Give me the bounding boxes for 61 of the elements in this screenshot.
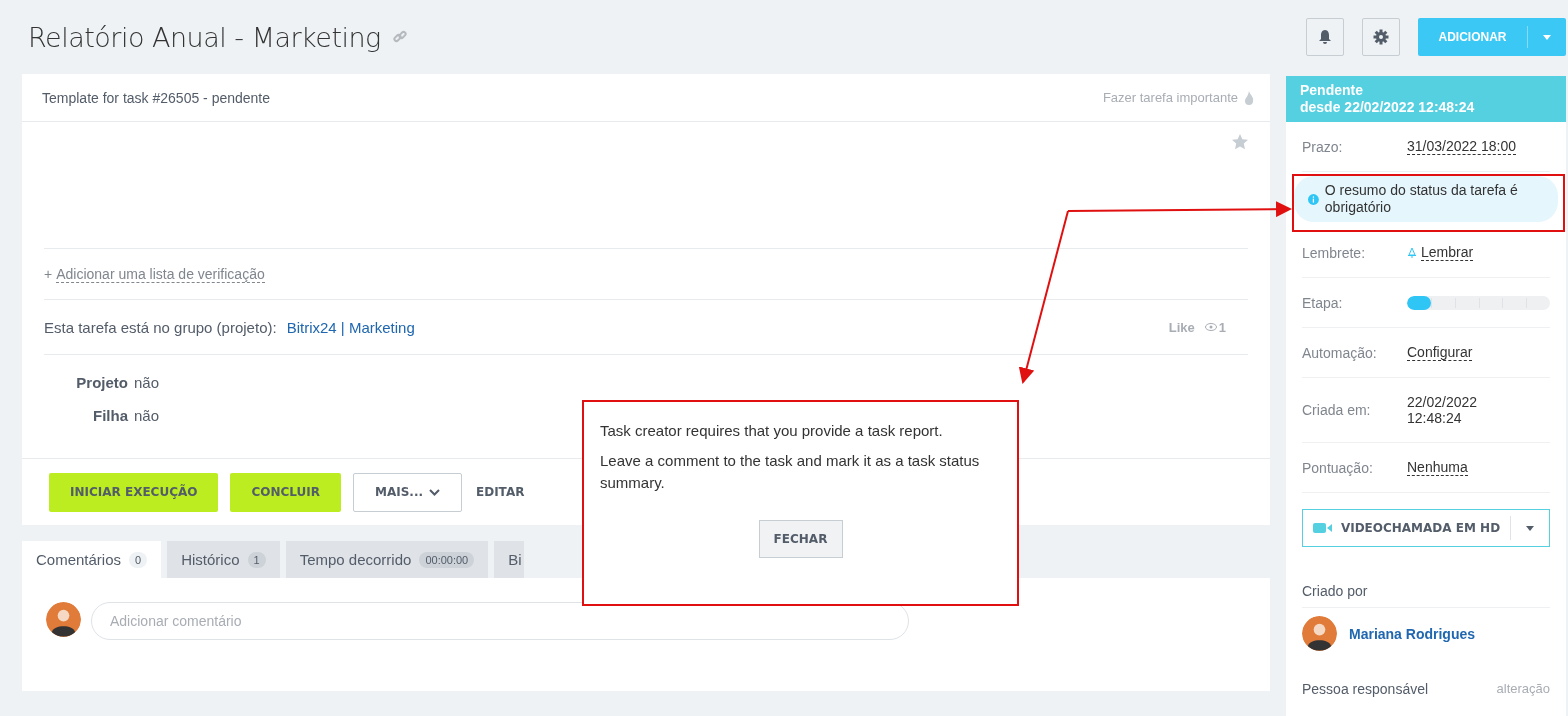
- info-icon: [1308, 192, 1319, 206]
- view-count: 1: [1218, 319, 1226, 335]
- task-subtitle: Template for task #26505 - pendente: [42, 89, 271, 106]
- bell-icon: [1407, 247, 1417, 258]
- tab[interactable]: Bi: [494, 541, 524, 578]
- field-value: não: [134, 373, 160, 393]
- responsible-label: Pessoa responsável: [1302, 681, 1429, 697]
- plus-sign: +: [44, 266, 53, 282]
- created-by-label: Criado por: [1302, 583, 1550, 608]
- action-button[interactable]: CONCLUIR: [230, 472, 341, 512]
- settings-button[interactable]: [1362, 18, 1400, 56]
- field-label: Criada em:: [1302, 402, 1372, 418]
- field-label: Etapa:: [1302, 294, 1344, 311]
- field-label: Automação:: [1302, 344, 1378, 361]
- page-title: Relatório Anual - Marketing: [28, 21, 381, 53]
- settings-icon: [1373, 29, 1389, 45]
- eye-icon: [1204, 323, 1217, 331]
- comment-field[interactable]: Adicionar comentário: [91, 602, 909, 640]
- tab[interactable]: Tempo decorrido 00:00:00: [285, 541, 489, 578]
- field-value: não: [134, 406, 160, 426]
- tab[interactable]: Comentários 0: [22, 541, 162, 578]
- flame-icon: [1244, 90, 1254, 105]
- caret-icon: [1543, 34, 1551, 40]
- edit-button[interactable]: EDITAR: [474, 472, 527, 512]
- field-label: Prazo:: [1302, 138, 1344, 155]
- avatar-icon: [1302, 616, 1337, 651]
- avatar-icon: [46, 602, 81, 637]
- tab-count: 1: [247, 551, 266, 568]
- field-label: Pontuação:: [1302, 459, 1374, 476]
- reminder-link[interactable]: Lembrar: [1421, 244, 1474, 261]
- video-call-button[interactable]: VIDEOCHAMADA EM HD: [1302, 509, 1550, 547]
- add-checklist-link[interactable]: Adicionar uma lista de verificação: [56, 265, 265, 283]
- notifications-button[interactable]: [1306, 18, 1344, 56]
- group-label: Esta tarefa está no grupo (projeto):: [44, 318, 277, 336]
- status-text: Pendente: [1300, 82, 1364, 99]
- tab[interactable]: Histórico 1: [167, 541, 280, 578]
- status-since: desde 22/02/2022 12:48:24: [1300, 99, 1476, 116]
- more-button[interactable]: MAIS...: [353, 472, 462, 512]
- bell-icon: [1318, 29, 1332, 45]
- tab-count: 00:00:00: [419, 551, 475, 568]
- creator-link[interactable]: Mariana Rodrigues: [1349, 625, 1476, 642]
- tab-count: 0: [129, 551, 148, 568]
- video-camera-icon: [1312, 522, 1333, 534]
- field-label: Projeto: [76, 373, 128, 393]
- caret-icon: [1526, 525, 1534, 531]
- notice-text: O resumo do status da tarefa é obrigatório: [1324, 182, 1519, 216]
- dialog-text: Leave a comment to the task and mark it as a task status summary.: [600, 451, 981, 493]
- field-value: 22/02/2022 12:48:24: [1407, 393, 1478, 428]
- group-link[interactable]: Bitrix24 | Marketing: [286, 318, 415, 336]
- field-value-link[interactable]: Nenhuma: [1407, 459, 1468, 476]
- chevron-icon: [429, 488, 440, 496]
- field-value-link[interactable]: 31/03/2022 18:00: [1407, 138, 1516, 155]
- close-button[interactable]: FECHAR: [758, 520, 843, 558]
- link-icon[interactable]: [392, 30, 407, 44]
- field-value-link[interactable]: Configurar: [1407, 344, 1473, 361]
- field-label: Filha: [93, 406, 128, 426]
- dialog-text: Task creator requires that you provide a task report.: [600, 421, 944, 441]
- star-icon[interactable]: [1232, 134, 1248, 150]
- action-button[interactable]: INICIAR EXECUÇÃO: [49, 472, 219, 512]
- stage-track[interactable]: [1407, 295, 1550, 310]
- field-label: Lembrete:: [1302, 244, 1367, 261]
